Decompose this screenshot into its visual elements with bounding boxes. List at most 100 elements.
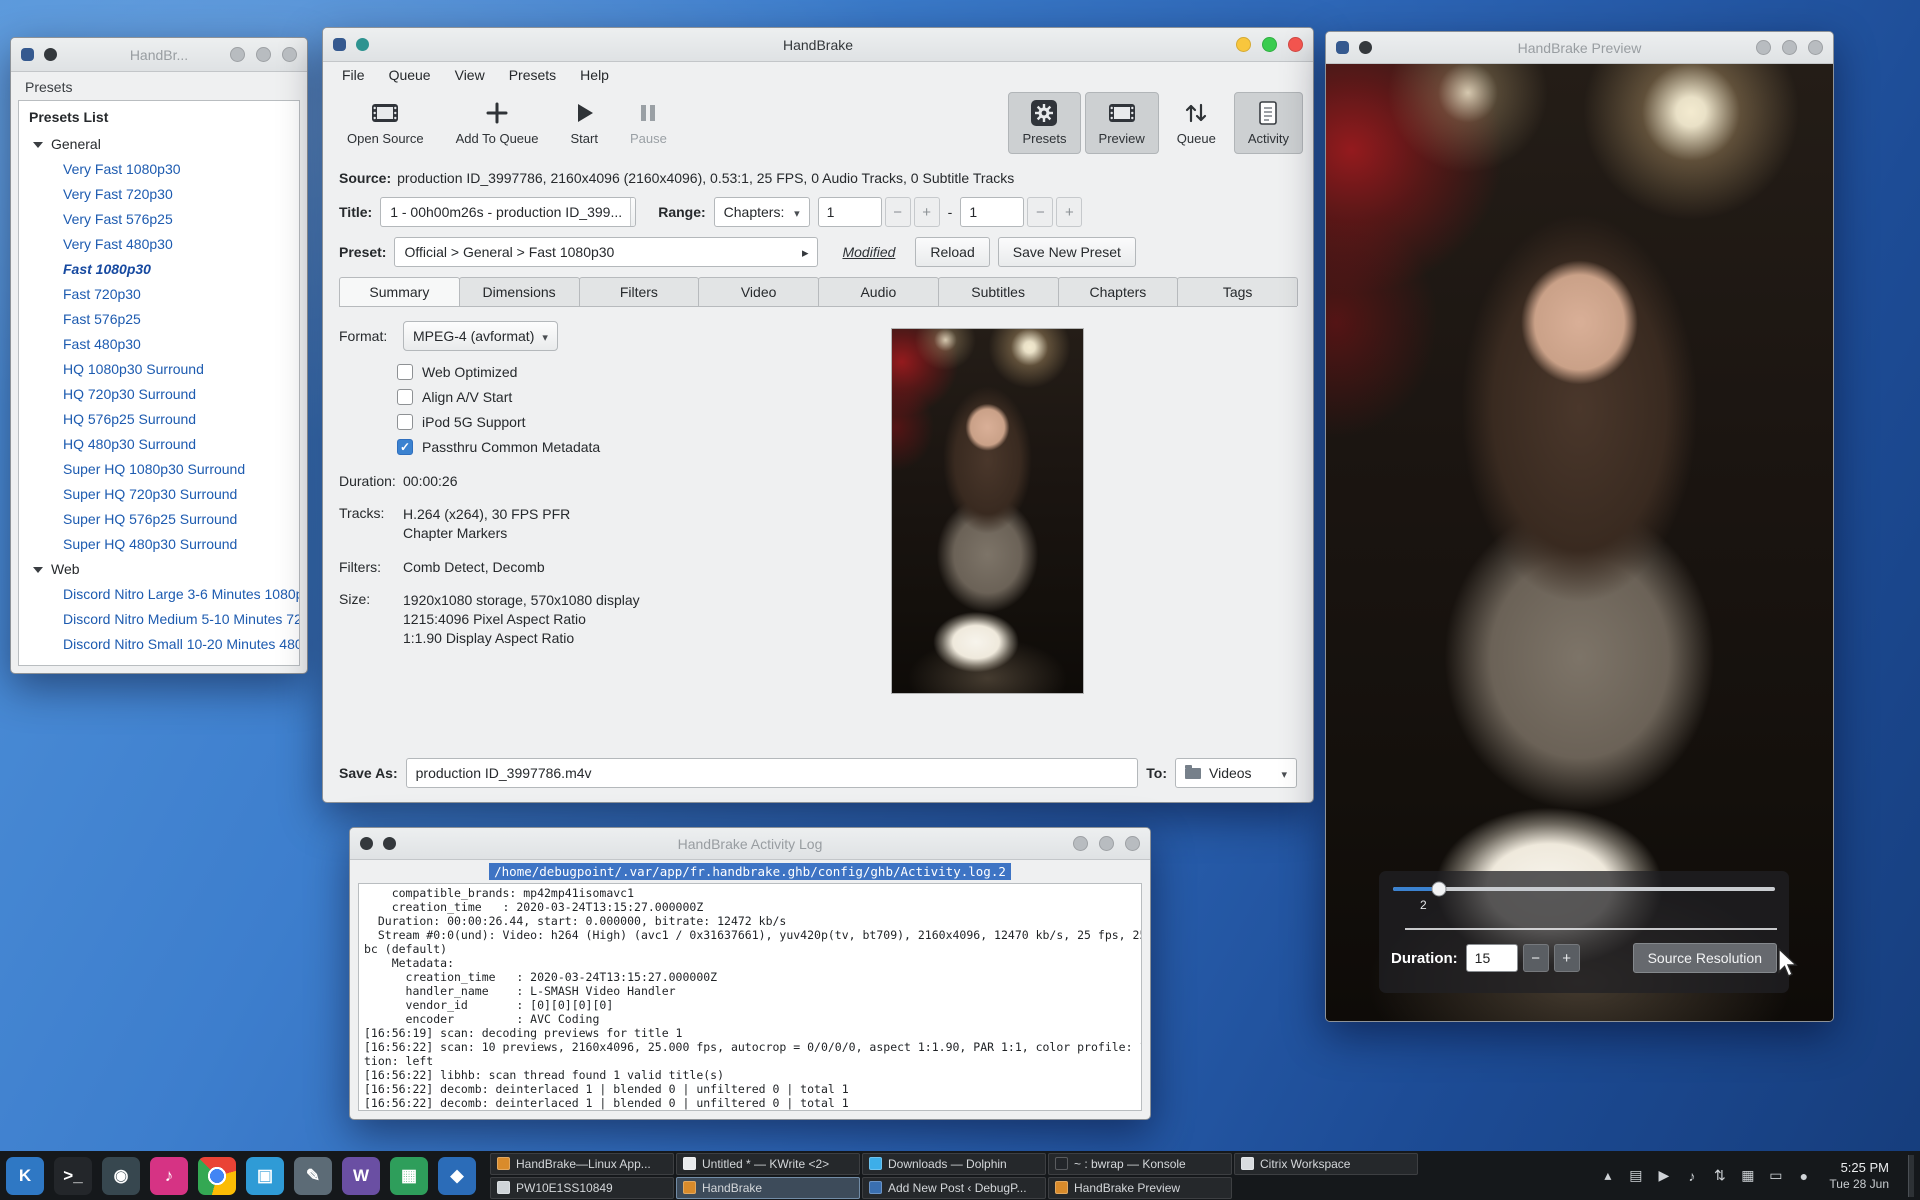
taskbar-task[interactable]: HandBrake xyxy=(676,1176,860,1199)
toggle-queue-button[interactable]: Queue xyxy=(1163,92,1230,154)
minimize-button[interactable] xyxy=(1756,40,1771,55)
preset-item[interactable]: Fast 1080p30 xyxy=(19,257,299,282)
toggle-preview-button[interactable]: Preview xyxy=(1084,92,1159,154)
preset-item[interactable]: Discord Nitro Small 10-20 Minutes 480p3.… xyxy=(19,632,299,657)
collapse-icon[interactable] xyxy=(33,141,43,148)
checkbox-ipod-5g-support[interactable]: iPod 5G Support xyxy=(397,409,1297,434)
format-select[interactable]: MPEG-4 (avformat) xyxy=(403,321,558,351)
checkbox-passthru-common-metadata[interactable]: Passthru Common Metadata xyxy=(397,434,1297,459)
toggle-presets-button[interactable]: Presets xyxy=(1008,92,1081,154)
preset-item[interactable]: Super HQ 1080p30 Surround xyxy=(19,457,299,482)
menu-file[interactable]: File xyxy=(331,64,376,86)
maximize-button[interactable] xyxy=(1262,37,1277,52)
tray-keyboard-icon[interactable]: ▦ xyxy=(1739,1167,1756,1184)
spreadsheet-icon[interactable]: ▦ xyxy=(390,1156,428,1195)
workspace-icon[interactable]: ◆ xyxy=(438,1156,476,1195)
window-menu-icon[interactable] xyxy=(383,837,396,850)
preset-path-select[interactable]: Official > General > Fast 1080p30 xyxy=(394,237,819,267)
menu-view[interactable]: View xyxy=(444,64,496,86)
tab-tags[interactable]: Tags xyxy=(1177,277,1298,306)
tray-status-icon[interactable]: ● xyxy=(1795,1168,1812,1184)
plus-button[interactable] xyxy=(913,197,940,227)
reload-button[interactable]: Reload xyxy=(915,237,990,267)
wordpress-icon[interactable]: W xyxy=(342,1156,380,1195)
minus-button[interactable] xyxy=(1522,944,1549,972)
menu-presets[interactable]: Presets xyxy=(498,64,567,86)
tray-expand-icon[interactable]: ▴ xyxy=(1599,1167,1616,1184)
preset-item[interactable]: Discord Nitro Large 3-6 Minutes 1080p3..… xyxy=(19,582,299,607)
preset-item[interactable]: HQ 480p30 Surround xyxy=(19,432,299,457)
taskbar-task[interactable]: ~ : bwrap — Konsole xyxy=(1048,1152,1232,1175)
close-button[interactable] xyxy=(1288,37,1303,52)
preset-group-web[interactable]: Web xyxy=(19,557,299,582)
pause-button[interactable]: Pause xyxy=(616,92,681,154)
maximize-button[interactable] xyxy=(1782,40,1797,55)
preset-item[interactable]: Fast 576p25 xyxy=(19,307,299,332)
tray-network-icon[interactable]: ⇅ xyxy=(1711,1167,1728,1184)
taskbar-task[interactable]: Downloads — Dolphin xyxy=(862,1152,1046,1175)
presets-window-titlebar[interactable]: HandBr... xyxy=(11,38,307,72)
tab-audio[interactable]: Audio xyxy=(818,277,939,306)
minimize-button[interactable] xyxy=(1073,836,1088,851)
maximize-button[interactable] xyxy=(1099,836,1114,851)
preset-item[interactable]: HQ 720p30 Surround xyxy=(19,382,299,407)
minimize-button[interactable] xyxy=(230,47,245,62)
checkbox[interactable] xyxy=(397,363,413,380)
chrome-icon[interactable] xyxy=(198,1156,236,1195)
add-to-queue-button[interactable]: Add To Queue xyxy=(442,92,553,154)
presets-menu-label[interactable]: Presets xyxy=(11,72,307,100)
save-new-preset-button[interactable]: Save New Preset xyxy=(997,237,1136,267)
preset-group-general[interactable]: General xyxy=(19,132,299,157)
preset-item[interactable]: Super HQ 720p30 Surround xyxy=(19,482,299,507)
checkbox[interactable] xyxy=(397,438,413,455)
tray-clipboard-icon[interactable]: ▤ xyxy=(1627,1167,1644,1184)
close-button[interactable] xyxy=(1125,836,1140,851)
preset-item[interactable]: Very Fast 1080p30 xyxy=(19,157,299,182)
preset-item[interactable]: Discord Nitro Medium 5-10 Minutes 720... xyxy=(19,607,299,632)
checkbox[interactable] xyxy=(397,413,413,430)
preset-item[interactable]: HQ 576p25 Surround xyxy=(19,407,299,432)
collapse-icon[interactable] xyxy=(33,566,43,573)
source-resolution-button[interactable]: Source Resolution xyxy=(1632,943,1777,973)
log-output[interactable]: compatible_brands: mp42mp41isomavc1 crea… xyxy=(358,883,1142,1111)
tab-dimensions[interactable]: Dimensions xyxy=(458,277,580,306)
preset-item[interactable]: Very Fast 480p30 xyxy=(19,232,299,257)
open-source-button[interactable]: Open Source xyxy=(333,92,438,154)
close-button[interactable] xyxy=(1808,40,1823,55)
tab-video[interactable]: Video xyxy=(698,277,819,306)
minus-button[interactable] xyxy=(884,197,911,227)
duration-input[interactable]: 15 xyxy=(1465,944,1518,972)
menu-queue[interactable]: Queue xyxy=(378,64,442,86)
tray-volume-icon[interactable]: ♪ xyxy=(1683,1168,1700,1184)
preset-item[interactable]: Very Fast 720p30 xyxy=(19,182,299,207)
show-desktop-button[interactable] xyxy=(1908,1154,1914,1197)
save-as-input[interactable]: production ID_3997786.m4v xyxy=(405,758,1139,788)
main-window-titlebar[interactable]: HandBrake xyxy=(323,28,1313,62)
app-launcher-icon[interactable]: K xyxy=(6,1156,44,1195)
tab-subtitles[interactable]: Subtitles xyxy=(937,277,1059,306)
taskbar-task[interactable]: HandBrake—Linux App... xyxy=(490,1152,674,1175)
checkbox[interactable] xyxy=(397,388,413,405)
frame-slider[interactable] xyxy=(1393,881,1775,897)
konsole-icon[interactable]: >_ xyxy=(54,1156,92,1195)
taskbar-task[interactable]: PW10E1SS10849 xyxy=(490,1176,674,1199)
destination-select[interactable]: Videos xyxy=(1175,758,1297,788)
minimize-button[interactable] xyxy=(1236,37,1251,52)
file-manager-icon[interactable]: ▣ xyxy=(246,1156,284,1195)
tray-battery-icon[interactable]: ▭ xyxy=(1767,1167,1784,1184)
tab-filters[interactable]: Filters xyxy=(578,277,700,306)
text-editor-icon[interactable]: ✎ xyxy=(294,1156,332,1195)
preset-item[interactable]: Fast 480p30 xyxy=(19,332,299,357)
preset-item[interactable]: HQ 1080p30 Surround xyxy=(19,357,299,382)
checkbox-align-av-start[interactable]: Align A/V Start xyxy=(397,384,1297,409)
checkbox-web-optimized[interactable]: Web Optimized xyxy=(397,359,1297,384)
music-player-icon[interactable]: ♪ xyxy=(150,1156,188,1195)
toggle-activity-button[interactable]: Activity xyxy=(1233,92,1303,154)
maximize-button[interactable] xyxy=(256,47,271,62)
menu-help[interactable]: Help xyxy=(569,64,620,86)
tray-media-icon[interactable]: ▶ xyxy=(1655,1167,1672,1184)
preset-item[interactable]: Super HQ 480p30 Surround xyxy=(19,532,299,557)
plus-button[interactable] xyxy=(1553,944,1580,972)
preview-window-titlebar[interactable]: HandBrake Preview xyxy=(1326,32,1833,64)
preset-item[interactable]: Very Fast 576p25 xyxy=(19,207,299,232)
